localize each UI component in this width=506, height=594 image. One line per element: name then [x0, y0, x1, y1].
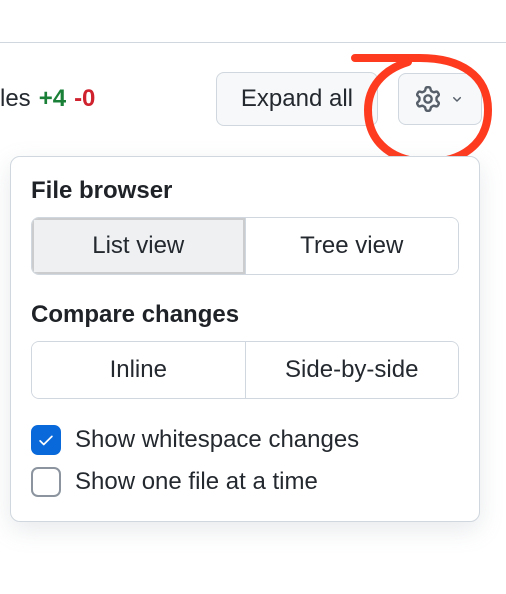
inline-option[interactable]: Inline: [32, 342, 245, 398]
expand-all-button[interactable]: Expand all: [216, 72, 378, 126]
show-one-file-checkbox[interactable]: [31, 467, 61, 497]
tree-view-option[interactable]: Tree view: [245, 218, 459, 274]
one-file-checkbox-row: Show one file at a time: [31, 467, 459, 497]
check-icon: [37, 431, 55, 449]
diff-stats: les +4 -0: [0, 85, 95, 113]
list-view-option[interactable]: List view: [32, 218, 245, 274]
file-browser-heading: File browser: [31, 177, 459, 205]
toolbar: les +4 -0 Expand all: [0, 72, 482, 126]
compare-changes-heading: Compare changes: [31, 301, 459, 329]
show-one-file-label: Show one file at a time: [75, 468, 318, 496]
additions-count: +4: [39, 85, 66, 113]
whitespace-checkbox-row: Show whitespace changes: [31, 425, 459, 455]
compare-changes-segmented-control: Inline Side-by-side: [31, 341, 459, 399]
side-by-side-option[interactable]: Side-by-side: [245, 342, 459, 398]
file-browser-segmented-control: List view Tree view: [31, 217, 459, 275]
chevron-down-icon: [449, 91, 465, 107]
show-whitespace-checkbox[interactable]: [31, 425, 61, 455]
top-divider: [0, 42, 506, 43]
deletions-count: -0: [74, 85, 95, 113]
show-whitespace-label: Show whitespace changes: [75, 426, 359, 454]
files-label-fragment: les: [0, 85, 31, 113]
settings-dropdown-button[interactable]: [398, 73, 482, 125]
gear-icon: [415, 86, 441, 112]
expand-all-label: Expand all: [241, 85, 353, 113]
settings-dropdown-panel: File browser List view Tree view Compare…: [10, 156, 480, 522]
